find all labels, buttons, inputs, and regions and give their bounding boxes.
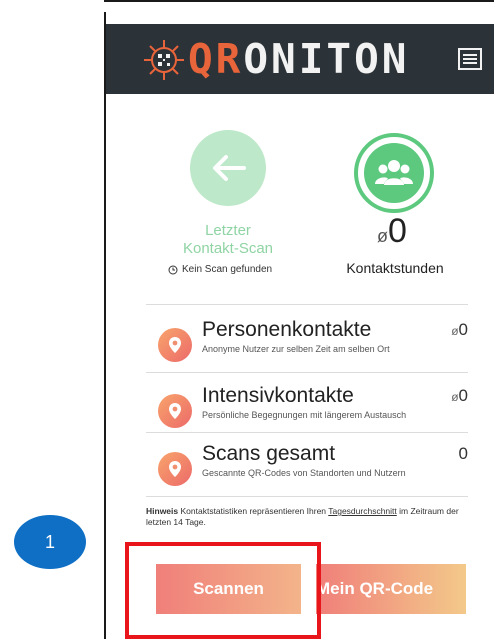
stat-row-intensivkontakte: Intensivkontakte Persönliche Begegnungen… xyxy=(146,376,468,440)
divider xyxy=(146,304,468,305)
menu-icon[interactable] xyxy=(458,48,482,70)
stat-subtitle: Persönliche Begegnungen mit längerem Aus… xyxy=(202,410,407,420)
stat-title: Intensivkontakte xyxy=(202,384,354,407)
location-pin-icon xyxy=(158,452,192,486)
stat-value: ø0 xyxy=(451,320,468,340)
location-pin-icon xyxy=(158,394,192,428)
stat-avg-symbol: ø xyxy=(451,324,459,338)
divider xyxy=(146,496,468,497)
contacts-circle xyxy=(354,133,434,213)
stat-title: Scans gesamt xyxy=(202,442,336,465)
scan-button[interactable]: Scannen xyxy=(156,564,301,614)
stat-subtitle: Gescannte QR-Codes von Standorten und Nu… xyxy=(202,468,406,478)
stat-value: 0 xyxy=(459,444,468,464)
contact-hours-value: ø0 xyxy=(342,212,442,251)
stat-number: 0 xyxy=(458,386,468,405)
divider xyxy=(146,372,468,373)
hint-text-before: Kontaktstatistiken repräsentieren Ihren xyxy=(180,506,327,516)
app-logo: QR ONITON xyxy=(188,34,409,84)
last-scan-status: Kein Scan gefunden xyxy=(168,264,308,275)
divider xyxy=(146,432,468,433)
users-group-icon xyxy=(375,160,413,185)
logo-virus-icon xyxy=(144,40,184,80)
location-pin-icon xyxy=(158,328,192,362)
contact-hours-number: 0 xyxy=(388,212,407,250)
clock-icon xyxy=(168,265,178,274)
my-qr-code-label: Mein QR-Code xyxy=(316,579,434,598)
stat-value: ø0 xyxy=(451,386,468,406)
arrow-left-icon xyxy=(213,155,246,181)
app-header: QR ONITON xyxy=(106,24,494,94)
device-frame-top xyxy=(104,0,494,12)
stat-number: 0 xyxy=(458,320,468,339)
hint-link[interactable]: Tagesdurchschnitt xyxy=(328,506,397,516)
stat-title: Personenkontakte xyxy=(202,318,372,341)
hint-label: Hinweis xyxy=(146,506,179,516)
last-scan-button[interactable] xyxy=(190,130,266,206)
last-scan-label[interactable]: Letzter Kontakt-Scan xyxy=(158,222,298,258)
stat-row-personenkontakte: Personenkontakte Anonyme Nutzer zur selb… xyxy=(146,310,468,374)
step-badge: 1 xyxy=(14,515,86,569)
stat-subtitle: Anonyme Nutzer zur selben Zeit am selben… xyxy=(202,344,390,354)
logo-text-rest: ONITON xyxy=(243,35,410,83)
my-qr-code-button[interactable]: Mein QR-Code xyxy=(316,564,466,614)
main-content: Letzter Kontakt-Scan Kein Scan gefunden xyxy=(106,94,494,639)
contact-hours-label: Kontaktstunden xyxy=(346,260,444,276)
logo-text-accent: QR xyxy=(188,35,244,83)
stat-avg-symbol: ø xyxy=(451,390,459,404)
last-scan-label-line1: Letzter xyxy=(205,222,251,239)
stat-row-scans-gesamt: Scans gesamt Gescannte QR-Codes von Stan… xyxy=(146,434,468,498)
stat-number: 0 xyxy=(458,444,468,463)
hint-text: Hinweis Kontaktstatistiken repräsentiere… xyxy=(146,506,476,528)
last-scan-status-text: Kein Scan gefunden xyxy=(182,264,273,275)
contact-hours-avg-symbol: ø xyxy=(377,226,389,246)
last-scan-label-line2: Kontakt-Scan xyxy=(182,240,274,257)
status-gap xyxy=(106,12,494,24)
contacts-circle-inner xyxy=(364,143,424,203)
